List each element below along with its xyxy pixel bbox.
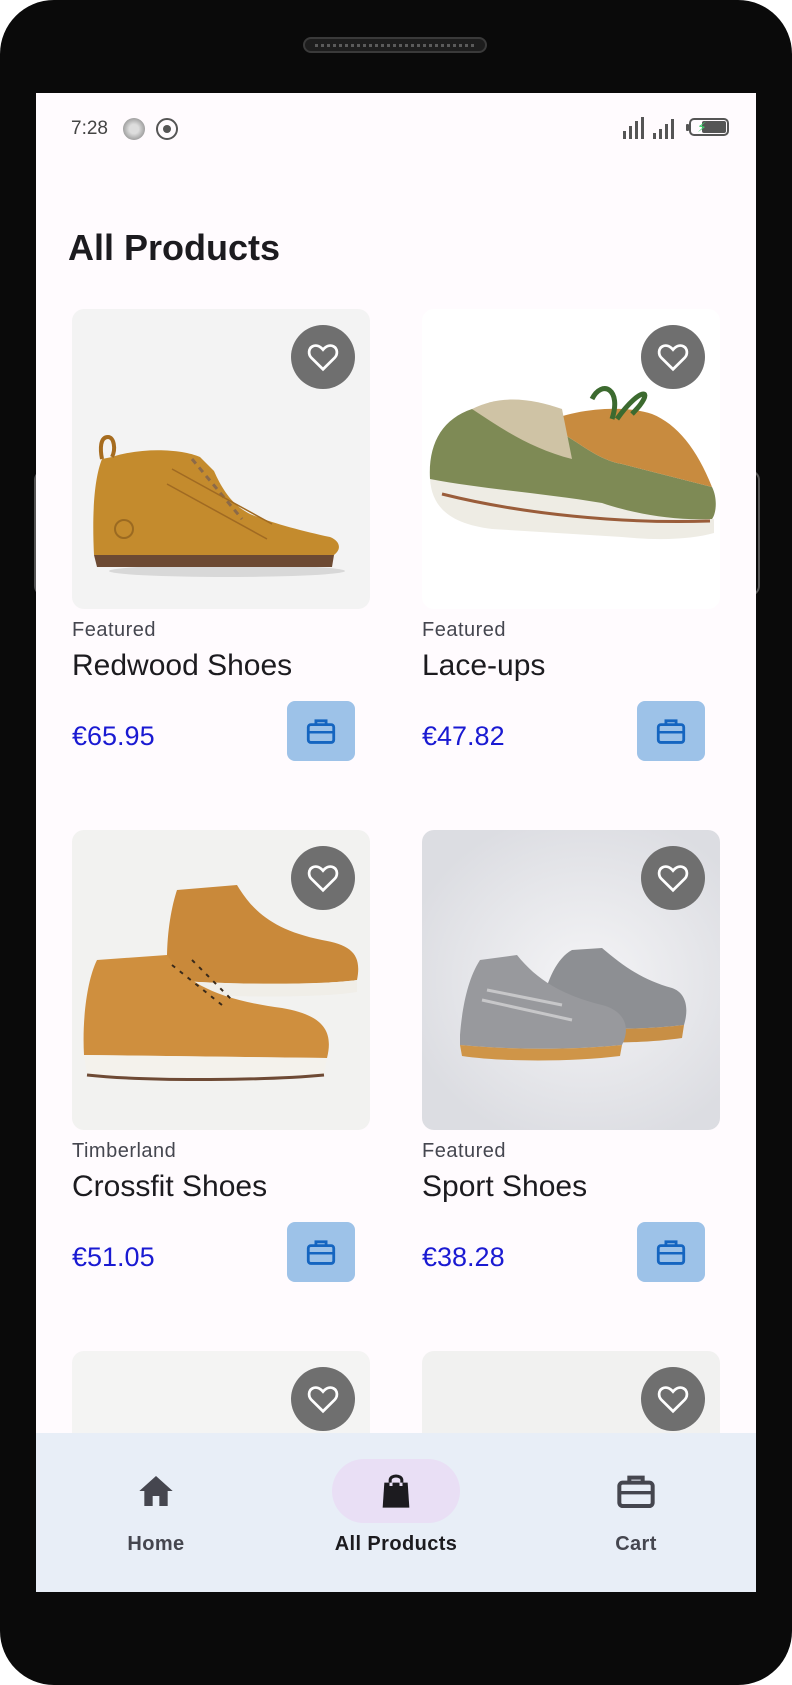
page-title: All Products [68,227,281,269]
nav-label-home: Home [127,1533,185,1555]
product-brand: Timberland [72,1140,177,1162]
favorite-button[interactable] [291,325,355,389]
status-bar: 7:28 ⚡ [36,93,756,165]
product-image[interactable] [72,309,370,609]
nav-item-all-products[interactable]: All Products [276,1433,516,1592]
product-price: €38.28 [422,1242,505,1272]
phone-frame: 7:28 ⚡ All Products Featured Redwood Sho… [0,0,792,1685]
add-to-cart-button[interactable] [637,701,705,761]
product-image[interactable] [422,309,720,609]
product-name[interactable]: Crossfit Shoes [72,1170,267,1204]
nav-label-all-products: All Products [334,1533,458,1555]
product-price: €65.95 [72,721,155,751]
briefcase-icon [617,1475,655,1508]
product-price: €47.82 [422,721,505,751]
shopping-bag-icon [382,1474,410,1508]
product-name[interactable]: Lace-ups [422,649,545,683]
signal-strength-icon [623,117,644,139]
heart-outline-icon [657,865,689,893]
product-image[interactable] [72,830,370,1130]
signal-strength-2-icon [653,119,674,139]
favorite-button[interactable] [641,325,705,389]
favorite-button[interactable] [641,846,705,910]
product-brand: Featured [422,619,507,641]
nav-label-cart: Cart [615,1533,657,1555]
battery-icon: ⚡ [686,118,729,136]
briefcase-icon [656,1240,686,1265]
earpiece-speaker [303,37,487,53]
product-brand: Featured [72,619,157,641]
product-brand: Featured [422,1140,507,1162]
briefcase-icon [656,719,686,744]
favorite-button[interactable] [641,1367,705,1431]
heart-outline-icon [657,1386,689,1414]
nav-item-home[interactable]: Home [36,1433,276,1592]
sync-status-icon [123,118,145,140]
add-to-cart-button[interactable] [287,701,355,761]
heart-outline-icon [307,344,339,372]
bottom-navigation-bar: Home All Products Cart [36,1433,756,1592]
app-screen: 7:28 ⚡ All Products Featured Redwood Sho… [36,93,756,1592]
heart-outline-icon [307,865,339,893]
product-name[interactable]: Redwood Shoes [72,649,292,683]
add-to-cart-button[interactable] [287,1222,355,1282]
add-to-cart-button[interactable] [637,1222,705,1282]
favorite-button[interactable] [291,1367,355,1431]
status-time: 7:28 [71,118,108,139]
location-status-icon [156,118,178,140]
heart-outline-icon [307,1386,339,1414]
product-name[interactable]: Sport Shoes [422,1170,587,1204]
home-icon [139,1476,173,1506]
briefcase-icon [306,719,336,744]
nav-item-cart[interactable]: Cart [516,1433,756,1592]
product-price: €51.05 [72,1242,155,1272]
favorite-button[interactable] [291,846,355,910]
briefcase-icon [306,1240,336,1265]
heart-outline-icon [657,344,689,372]
product-image[interactable] [422,830,720,1130]
